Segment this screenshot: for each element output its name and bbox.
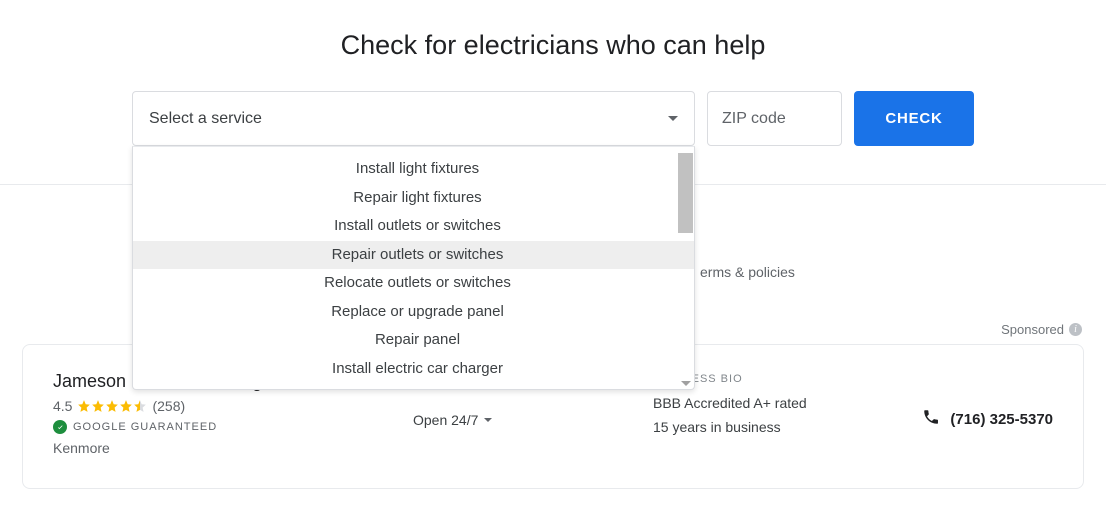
search-row: Select a service Install light fixturesR… bbox=[0, 91, 1106, 146]
hours-text: Open 24/7 bbox=[413, 412, 478, 428]
page-title: Check for electricians who can help bbox=[0, 30, 1106, 61]
star-rating-icon bbox=[77, 399, 147, 413]
bio-line-2: 15 years in business bbox=[653, 419, 883, 435]
check-button[interactable]: CHECK bbox=[854, 91, 974, 146]
hours-dropdown[interactable]: Open 24/7 bbox=[413, 412, 492, 428]
dropdown-option[interactable]: Replace or upgrade panel bbox=[133, 298, 694, 327]
sponsored-label: Sponsored i bbox=[1001, 322, 1082, 337]
dropdown-option[interactable]: Repair panel bbox=[133, 326, 694, 355]
scrollbar-thumb[interactable] bbox=[678, 153, 693, 233]
caret-down-icon bbox=[668, 116, 678, 121]
service-select[interactable]: Select a service bbox=[132, 91, 695, 146]
dropdown-option[interactable]: Install outlets or switches bbox=[133, 212, 694, 241]
guarantee-label: GOOGLE GUARANTEED bbox=[73, 421, 217, 433]
dropdown-option[interactable]: Install electric car charger bbox=[133, 355, 694, 384]
policies-link-fragment[interactable]: erms & policies bbox=[700, 264, 795, 280]
dropdown-option[interactable]: Repair outlets or switches bbox=[133, 241, 694, 270]
service-select-label: Select a service bbox=[149, 110, 262, 128]
chevron-down-icon bbox=[484, 418, 492, 422]
phone-link[interactable]: (716) 325-5370 bbox=[922, 408, 1053, 431]
info-icon[interactable]: i bbox=[1069, 323, 1082, 336]
dropdown-option[interactable]: Relocate outlets or switches bbox=[133, 269, 694, 298]
bio-line-1: BBB Accredited A+ rated bbox=[653, 395, 883, 411]
phone-icon bbox=[922, 408, 940, 431]
business-location: Kenmore bbox=[53, 440, 413, 456]
phone-number: (716) 325-5370 bbox=[950, 411, 1053, 428]
review-count: (258) bbox=[152, 398, 185, 414]
service-dropdown: Install light fixturesRepair light fixtu… bbox=[132, 146, 695, 390]
sponsored-text: Sponsored bbox=[1001, 322, 1064, 337]
checkmark-icon bbox=[53, 420, 67, 434]
rating-value: 4.5 bbox=[53, 398, 72, 414]
dropdown-scrollbar[interactable] bbox=[678, 147, 693, 389]
rating-row[interactable]: 4.5 (258) bbox=[53, 398, 413, 414]
zip-input[interactable] bbox=[707, 91, 842, 146]
google-guaranteed-badge[interactable]: GOOGLE GUARANTEED bbox=[53, 420, 413, 434]
dropdown-option[interactable]: Repair light fixtures bbox=[133, 184, 694, 213]
dropdown-option[interactable]: Install light fixtures bbox=[133, 155, 694, 184]
scroll-down-arrow-icon[interactable] bbox=[681, 381, 691, 386]
